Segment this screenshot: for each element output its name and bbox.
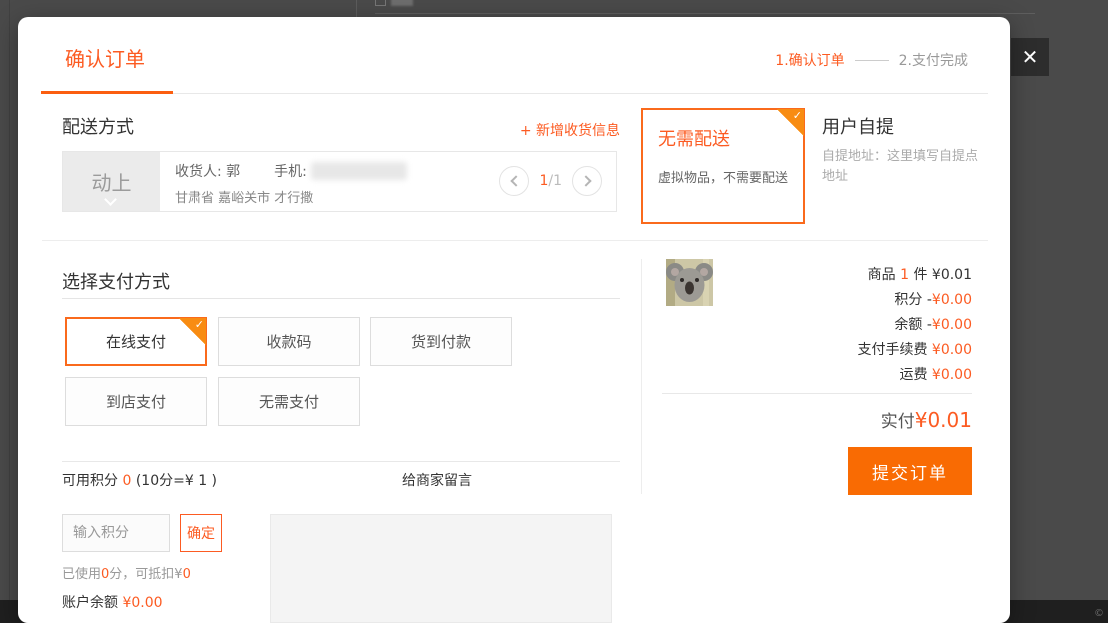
used-value2: 0 (183, 567, 191, 582)
chevron-right-icon (580, 175, 591, 186)
confirm-points-button[interactable]: 确定 (180, 514, 222, 552)
row-label: 支付手续费 (857, 342, 931, 358)
payment-title-underline (62, 298, 620, 299)
available-points: 可用积分 0 (10分=¥ 1 ) (62, 470, 217, 490)
summary-row-shipping: 运费 ¥0.00 (672, 363, 972, 388)
total-payable: 实付¥0.01 (881, 407, 972, 432)
checkout-steps: 1.确认订单 2.支付完成 (775, 50, 968, 70)
points-input[interactable] (62, 514, 170, 552)
background-divider (356, 0, 357, 17)
pay-option-label: 在线支付 (106, 331, 166, 352)
check-icon: ✓ (195, 318, 204, 331)
goods-qty: 1 (900, 267, 909, 283)
goods-price: ¥0.01 (932, 267, 972, 283)
row-value: ¥0.00 (932, 317, 972, 333)
header-divider (42, 93, 988, 94)
merchant-message-label: 给商家留言 (402, 470, 472, 490)
step-connector (855, 60, 889, 61)
pay-option-label: 到店支付 (106, 391, 166, 412)
summary-row-points: 积分 -¥0.00 (672, 288, 972, 313)
step-payment-done: 2.支付完成 (899, 50, 968, 70)
phone-label: 手机: (274, 161, 307, 181)
order-confirm-modal: 确认订单 1.确认订单 2.支付完成 配送方式 + 新增收货信息 动上 收货人:… (18, 17, 1010, 623)
background-text-remnant (391, 0, 413, 6)
pay-option-qrcode[interactable]: 收款码 (218, 317, 360, 366)
merchant-message-textarea[interactable] (270, 514, 612, 623)
pay-option-label: 无需支付 (259, 391, 319, 412)
row-value: ¥0.00 (932, 342, 972, 358)
pay-option-cod[interactable]: 货到付款 (370, 317, 512, 366)
row-value: ¥0.00 (932, 292, 972, 308)
close-button[interactable]: ✕ (1011, 38, 1049, 76)
account-balance: 账户余额 ¥0.00 (62, 592, 163, 612)
payment-section-title: 选择支付方式 (62, 268, 170, 294)
summary-goods-row: 商品 1 件 ¥0.01 (672, 263, 972, 288)
background-rule (375, 13, 1035, 14)
shipping-section-title: 配送方式 (62, 113, 134, 139)
check-icon: ✓ (793, 109, 802, 122)
background-checkbox-icon (375, 0, 386, 6)
page-title: 确认订单 (65, 43, 145, 72)
row-label: 运费 (899, 367, 931, 383)
selected-corner-badge: ✓ (777, 109, 804, 136)
copyright-glyph: © (1094, 608, 1104, 619)
points-label: 可用积分 (62, 473, 122, 489)
submit-order-label: 提交订单 (872, 459, 948, 484)
row-value: ¥0.00 (932, 367, 972, 383)
row-label: 余额 - (894, 317, 932, 333)
submit-order-button[interactable]: 提交订单 (848, 447, 972, 495)
summary-divider (662, 393, 972, 394)
prev-address-button[interactable] (499, 166, 529, 196)
pay-option-online[interactable]: 在线支付 ✓ (65, 317, 207, 366)
goods-unit: 件 (909, 267, 932, 283)
chevron-left-icon (510, 175, 521, 186)
total-value: ¥0.01 (915, 408, 972, 432)
selected-corner-badge: ✓ (179, 318, 206, 345)
pay-option-label: 货到付款 (411, 331, 471, 352)
close-icon: ✕ (1022, 45, 1039, 69)
balance-value: ¥0.00 (122, 595, 162, 611)
pager-indicator: 1/1 (539, 173, 562, 189)
pickup-address-hint: 自提地址：这里填写自提点地址 (822, 147, 980, 187)
used-mid: 分，可抵扣¥ (109, 567, 182, 582)
pager-total: /1 (548, 173, 562, 189)
summary-row-balance: 余额 -¥0.00 (672, 313, 972, 338)
section-divider (42, 240, 988, 241)
points-rate: (10分=¥ 1 ) (131, 473, 217, 489)
address-card[interactable]: 动上 收货人: 郭 手机: 甘肃省 嘉峪关市 才行撒 1/1 (62, 151, 617, 212)
next-address-button[interactable] (572, 166, 602, 196)
address-tag[interactable]: 动上 (63, 152, 160, 211)
section-divider (62, 461, 620, 462)
delivery-option-pickup[interactable]: 用户自提 (822, 113, 894, 139)
points-used-summary: 已使用0分，可抵扣¥0 (62, 563, 191, 582)
used-prefix: 已使用 (62, 567, 101, 582)
goods-label: 商品 (868, 267, 900, 283)
row-label: 积分 - (894, 292, 932, 308)
balance-label: 账户余额 (62, 595, 122, 611)
order-summary: 商品 1 件 ¥0.01 积分 -¥0.00 余额 -¥0.00 支付手续费 ¥… (672, 263, 972, 388)
total-label: 实付 (881, 412, 915, 432)
confirm-points-label: 确定 (187, 523, 215, 543)
delivery-option-desc: 虚拟物品，不需要配送 (658, 167, 803, 186)
address-pager: 1/1 (499, 166, 602, 196)
column-divider (641, 259, 642, 494)
add-address-link[interactable]: + 新增收货信息 (520, 120, 620, 140)
screen: © ✕ 确认订单 1.确认订单 2.支付完成 配送方式 + 新增收货信息 动上 … (0, 0, 1108, 623)
phone-number-redacted (311, 162, 407, 180)
address-tag-label: 动上 (92, 167, 132, 196)
receiver-name: 收货人: 郭 (175, 161, 240, 181)
pay-option-instore[interactable]: 到店支付 (65, 377, 207, 426)
address-info: 收货人: 郭 手机: 甘肃省 嘉峪关市 才行撒 1/1 (160, 152, 616, 211)
pay-option-nopay[interactable]: 无需支付 (218, 377, 360, 426)
step-confirm-order: 1.确认订单 (775, 50, 844, 70)
active-tab-underline (41, 91, 173, 94)
background-divider (9, 0, 10, 600)
delivery-option-no-shipping[interactable]: 无需配送 虚拟物品，不需要配送 ✓ (641, 108, 805, 224)
pay-option-label: 收款码 (266, 331, 311, 352)
summary-row-fee: 支付手续费 ¥0.00 (672, 338, 972, 363)
